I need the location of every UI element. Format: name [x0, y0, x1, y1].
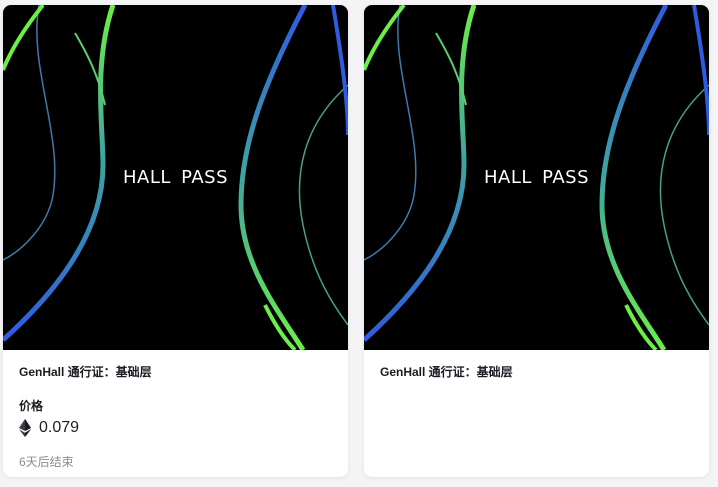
nft-artwork: HALL PASS	[364, 5, 709, 350]
ethereum-icon	[19, 419, 31, 437]
auction-ends-text: 6天后结束	[19, 455, 74, 469]
price-row: 0.079	[19, 418, 332, 438]
artwork-title: HALL PASS	[484, 167, 589, 188]
card-info: GenHall 通行证：基础层	[364, 350, 709, 380]
price-value: 0.079	[39, 419, 80, 436]
nft-card[interactable]: HALL PASS GenHall 通行证：基础层 价格 0.079 6天后结束	[3, 5, 348, 477]
price-label: 价格	[19, 399, 44, 413]
artwork-title: HALL PASS	[123, 167, 228, 188]
nft-artwork: HALL PASS	[3, 5, 348, 350]
nft-name[interactable]: GenHall 通行证：基础层	[19, 364, 332, 380]
card-info: GenHall 通行证：基础层 价格 0.079 6天后结束	[3, 350, 348, 470]
nft-name[interactable]: GenHall 通行证：基础层	[380, 364, 693, 380]
nft-card-grid: HALL PASS GenHall 通行证：基础层 价格 0.079 6天后结束	[0, 0, 718, 487]
nft-card[interactable]: HALL PASS GenHall 通行证：基础层	[364, 5, 709, 477]
